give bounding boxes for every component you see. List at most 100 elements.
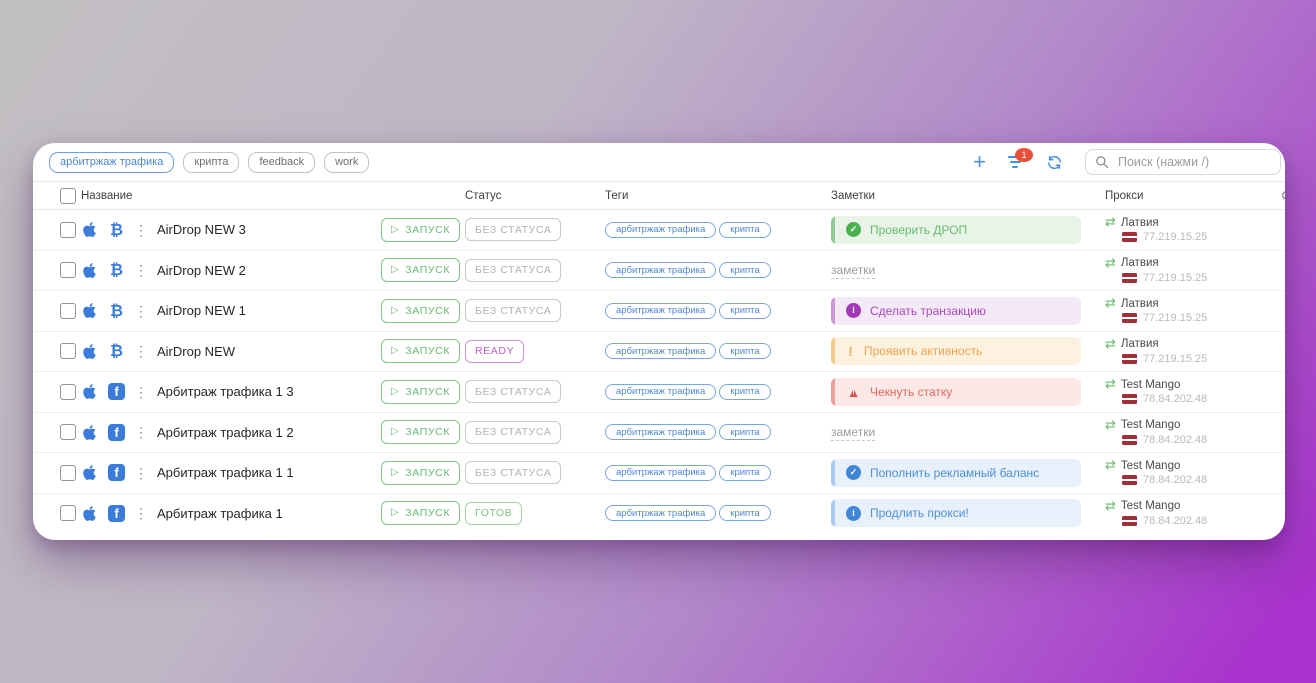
row-checkbox[interactable] — [60, 505, 76, 521]
add-profile-icon[interactable]: + — [973, 151, 986, 173]
note-banner[interactable]: ✓Пополнить рекламный баланс — [831, 459, 1081, 487]
filter-chip[interactable]: арбитржаж трафика — [49, 152, 174, 173]
table-header: Название Статус Теги Заметки Прокси ⚙ — [33, 181, 1285, 210]
apple-icon — [81, 302, 98, 319]
latvia-flag-icon — [1122, 354, 1137, 364]
row-checkbox[interactable] — [60, 465, 76, 481]
proxy-name: Латвия — [1121, 217, 1159, 229]
status-pill[interactable]: БЕЗ СТАТУСА — [465, 421, 561, 444]
status-pill[interactable]: ГОТОВ — [465, 502, 522, 525]
launch-button[interactable]: ▷ ЗАПУСК — [381, 339, 460, 363]
profile-name: AirDrop NEW 1 — [157, 303, 246, 318]
note-text: Продлить прокси! — [870, 506, 969, 520]
header-tags: Теги — [605, 190, 628, 202]
row-checkbox[interactable] — [60, 303, 76, 319]
proxy-info: ⇄ Test Mango 78.84.202.48 — [1105, 500, 1207, 527]
tag-pill[interactable]: арбитржаж трафика — [605, 384, 716, 400]
row-checkbox[interactable] — [60, 343, 76, 359]
tag-pill[interactable]: арбитржаж трафика — [605, 505, 716, 521]
profile-name: AirDrop NEW — [157, 344, 235, 359]
launch-button[interactable]: ▷ ЗАПУСК — [381, 299, 460, 323]
filters-button[interactable]: 1 — [1008, 156, 1024, 168]
header-proxy: Прокси — [1105, 190, 1143, 202]
select-all-checkbox[interactable] — [60, 188, 76, 204]
refresh-icon[interactable] — [1046, 154, 1063, 171]
row-menu-icon[interactable]: ⋮ — [134, 425, 148, 439]
row-menu-icon[interactable]: ⋮ — [134, 385, 148, 399]
tag-pill[interactable]: крипта — [719, 222, 770, 238]
row-menu-icon[interactable]: ⋮ — [134, 466, 148, 480]
note-banner[interactable]: iСделать транзакцию — [831, 297, 1081, 325]
apple-icon — [81, 221, 98, 238]
row-checkbox[interactable] — [60, 222, 76, 238]
toolbar: арбитржаж трафика крипта feedback work + 1 — [33, 143, 1285, 181]
tag-pill[interactable]: арбитржаж трафика — [605, 303, 716, 319]
tag-pill[interactable]: крипта — [719, 465, 770, 481]
row-menu-icon[interactable]: ⋮ — [134, 263, 148, 277]
proxy-info: ⇄ Test Mango 78.84.202.48 — [1105, 378, 1207, 405]
tag-pill[interactable]: крипта — [719, 343, 770, 359]
facebook-icon: f — [108, 505, 125, 522]
bitcoin-icon: ₿ — [108, 343, 125, 359]
tag-pill[interactable]: крипта — [719, 384, 770, 400]
status-pill[interactable]: БЕЗ СТАТУСА — [465, 380, 561, 403]
proxy-info: ⇄ Латвия 77.219.15.25 — [1105, 338, 1207, 365]
tag-pill[interactable]: арбитржаж трафика — [605, 262, 716, 278]
tag-pill[interactable]: крипта — [719, 424, 770, 440]
play-icon: ▷ — [391, 346, 399, 356]
proxy-ip: 77.219.15.25 — [1143, 312, 1207, 324]
launch-button[interactable]: ▷ ЗАПУСК — [381, 420, 460, 444]
filter-badge: 1 — [1015, 148, 1033, 162]
note-banner[interactable]: ▲Чекнуть статку — [831, 378, 1081, 406]
status-pill[interactable]: БЕЗ СТАТУСА — [465, 218, 561, 241]
status-pill[interactable]: БЕЗ СТАТУСА — [465, 461, 561, 484]
profile-name: Арбитраж трафика 1 3 — [157, 384, 294, 399]
note-banner[interactable]: i Продлить прокси! — [831, 499, 1081, 527]
launch-button[interactable]: ▷ ЗАПУСК — [381, 258, 460, 282]
tag-pill[interactable]: крипта — [719, 303, 770, 319]
proxy-info: ⇄ Латвия 77.219.15.25 — [1105, 216, 1207, 243]
launch-button[interactable]: ▷ ЗАПУСК — [381, 218, 460, 242]
tag-pill[interactable]: арбитржаж трафика — [605, 343, 716, 359]
status-pill[interactable]: READY — [465, 340, 524, 363]
row-menu-icon[interactable]: ⋮ — [134, 506, 148, 520]
proxy-info: ⇄ Латвия 77.219.15.25 — [1105, 257, 1207, 284]
launch-button[interactable]: ▷ ЗАПУСК — [381, 461, 460, 485]
launch-button[interactable]: ▷ ЗАПУСК — [381, 380, 460, 404]
filter-chips: арбитржаж трафика крипта feedback work — [49, 152, 369, 173]
proxy-info: ⇄ Test Mango 78.84.202.48 — [1105, 419, 1207, 446]
check-circle-icon: ✓ — [846, 465, 861, 480]
info-circle-icon: i — [846, 506, 861, 521]
proxy-ip: 77.219.15.25 — [1143, 231, 1207, 243]
filter-chip[interactable]: крипта — [183, 152, 239, 173]
search-input[interactable] — [1116, 154, 1271, 170]
row-menu-icon[interactable]: ⋮ — [134, 344, 148, 358]
row-menu-icon[interactable]: ⋮ — [134, 304, 148, 318]
status-pill[interactable]: БЕЗ СТАТУСА — [465, 299, 561, 322]
launch-button[interactable]: ▷ ЗАПУСК — [381, 501, 460, 525]
row-checkbox[interactable] — [60, 424, 76, 440]
status-pill[interactable]: БЕЗ СТАТУСА — [465, 259, 561, 282]
column-settings-icon[interactable]: ⚙ — [1280, 188, 1285, 204]
profile-name: Арбитраж трафика 1 2 — [157, 425, 294, 440]
latvia-flag-icon — [1122, 273, 1137, 283]
exclamation-icon: ! — [846, 344, 855, 359]
tag-pill[interactable]: арбитржаж трафика — [605, 424, 716, 440]
note-link[interactable]: заметки — [831, 425, 875, 441]
row-checkbox[interactable] — [60, 384, 76, 400]
tag-pill[interactable]: крипта — [719, 262, 770, 278]
tag-pill[interactable]: арбитржаж трафика — [605, 222, 716, 238]
play-icon: ▷ — [391, 225, 399, 235]
row-checkbox[interactable] — [60, 262, 76, 278]
filter-chip[interactable]: work — [324, 152, 369, 173]
check-circle-icon: ✓ — [846, 222, 861, 237]
note-banner[interactable]: ! Проявить активность — [831, 337, 1081, 365]
filter-chip[interactable]: feedback — [248, 152, 315, 173]
tag-pill[interactable]: крипта — [719, 505, 770, 521]
row-menu-icon[interactable]: ⋮ — [134, 223, 148, 237]
tag-pill[interactable]: арбитржаж трафика — [605, 465, 716, 481]
note-link[interactable]: заметки — [831, 263, 875, 279]
table-row: f ⋮ Арбитраж трафика 1 1 ▷ ЗАПУСК БЕЗ СТ… — [33, 453, 1285, 494]
note-text: Проявить активность — [864, 344, 982, 358]
note-banner[interactable]: ✓Проверить ДРОП — [831, 216, 1081, 244]
